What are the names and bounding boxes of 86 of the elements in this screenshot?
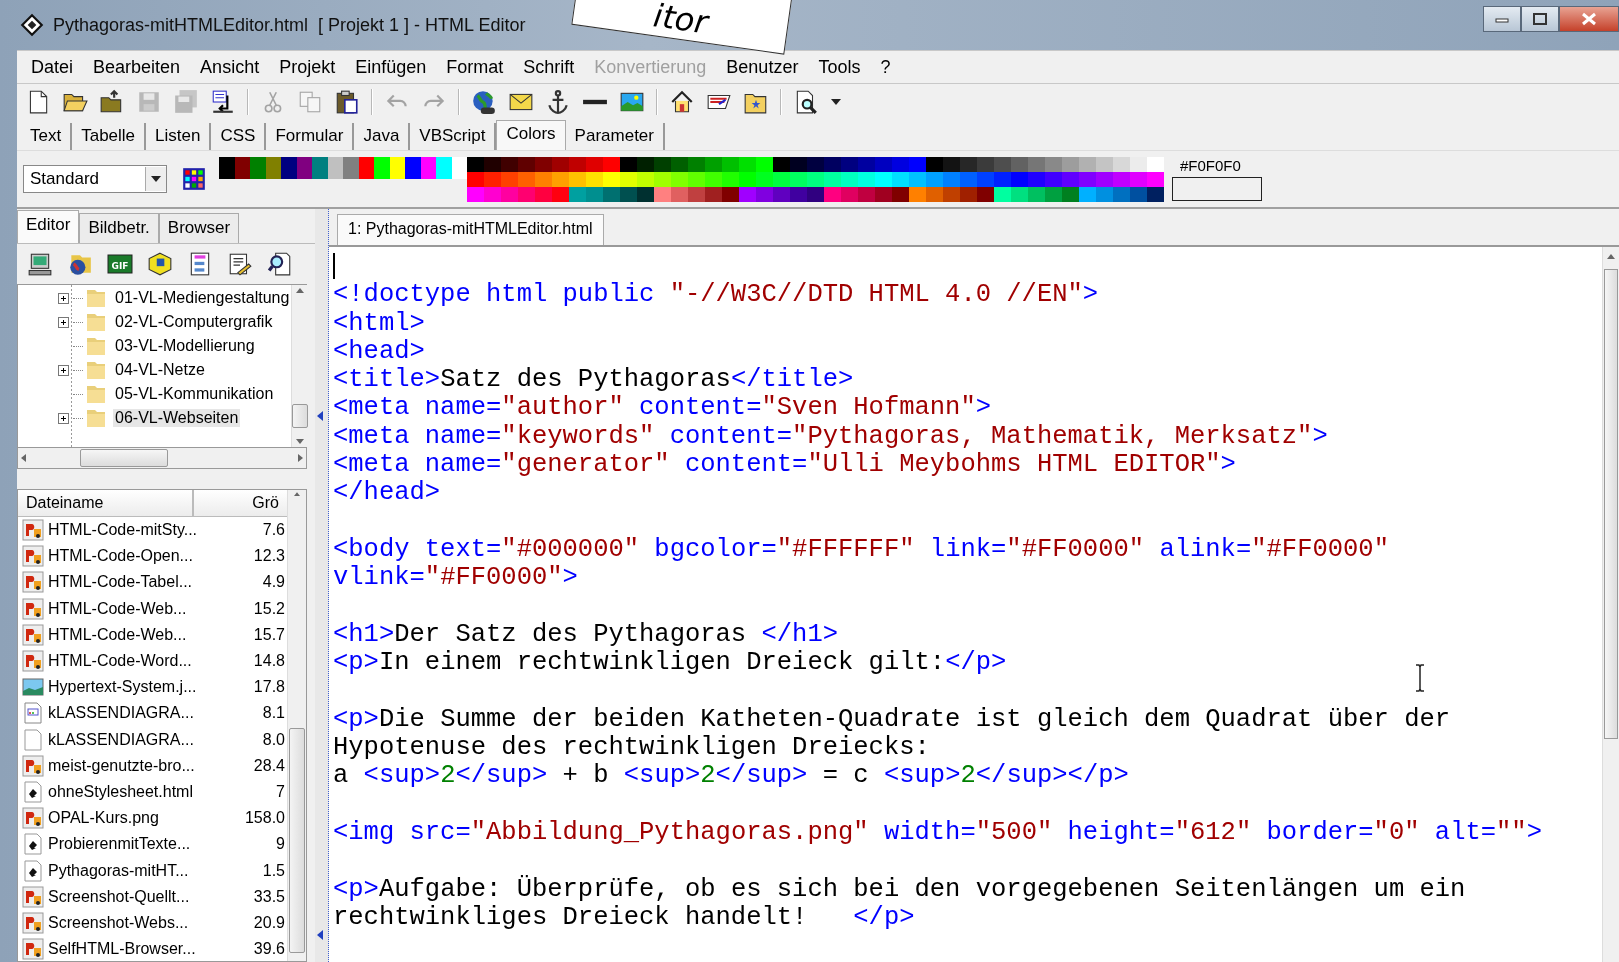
file-name-cell[interactable]: Pythagoras-mitHT... <box>48 861 200 880</box>
file-size-cell-text: 15.2 <box>252 599 286 618</box>
file-name-cell[interactable]: ProbierenmitTexte... <box>48 835 200 854</box>
menu-item[interactable]: Bearbeiten <box>83 56 191 78</box>
file-size-cell-text: 15.7 <box>252 625 286 644</box>
tree-item[interactable]: 05-VL-Kommunikation <box>113 385 276 403</box>
file-size-cell-text: 20.9 <box>252 913 286 932</box>
tree-item[interactable]: 06-VL-Webseiten <box>113 409 241 427</box>
tab[interactable]: Colors <box>496 120 566 150</box>
file-size-cell-text: 1.5 <box>261 861 286 880</box>
tab[interactable]: Browser <box>158 213 240 243</box>
menu-item[interactable]: Ansicht <box>190 56 270 78</box>
file-size-cell-text: 39.6 <box>252 940 286 959</box>
file-name-cell[interactable]: meist-genutzte-bro... <box>48 756 200 775</box>
tab[interactable]: Bildbetr. <box>79 213 159 243</box>
file-tab[interactable]: 1: Pythagoras-mitHTMLEditor.html <box>337 214 604 245</box>
tree-item[interactable]: 01-VL-Mediengestaltung <box>113 289 292 307</box>
file-name-cell[interactable]: kLASSENDIAGRA... <box>48 730 200 749</box>
file-size-cell-text: 4.9 <box>261 573 286 592</box>
file-name-cell[interactable]: HTML-Code-Word... <box>48 652 200 671</box>
tab[interactable]: Formular <box>266 123 355 150</box>
code-line: a <sup>2</sup> + b <sup>2</sup> = c <sup>2</sup></p> <box>333 762 1130 791</box>
code-line: <img src="Abbildung_Pythagoras.png" width="500" height="612" border="0" alt=""> <box>333 818 1543 848</box>
file-name-cell[interactable]: Screenshot-Webs... <box>48 913 200 932</box>
code-line: <!doctype html public "-//W3C//DTD HTML 4.0 //EN"> <box>333 281 1100 310</box>
tab[interactable]: Text <box>21 123 73 150</box>
code-line: <h1>Der Satz des Pythagoras </h1> <box>333 620 839 650</box>
file-size-cell-text: 12.3 <box>252 547 286 566</box>
tab[interactable]: Editor <box>17 210 80 243</box>
menu-item[interactable]: Benutzer <box>716 56 809 78</box>
tree-item[interactable]: 02-VL-Computergrafik <box>113 313 275 331</box>
code-line: <head> <box>333 337 426 367</box>
file-size-cell-text: 7 <box>275 782 286 801</box>
column-header[interactable]: Grö <box>194 490 287 516</box>
code-line: </head> <box>333 479 442 508</box>
menu-item[interactable]: Datei <box>21 56 84 78</box>
file-name-cell[interactable]: HTML-Code-Tabel... <box>48 573 200 592</box>
tree-item[interactable]: 03-VL-Modellierung <box>113 337 257 355</box>
file-size-cell-text: 17.8 <box>252 678 286 697</box>
code-line: rechtwinkliges Dreieck handelt! </p> <box>333 903 916 933</box>
menu-item[interactable]: ? <box>870 56 901 78</box>
file-name-cell[interactable]: SelfHTML-Browser... <box>48 940 200 959</box>
code-line: <p>Die Summe der beiden Katheten-Quadrate ist gleich dem Quadrat über der <box>333 705 1452 735</box>
file-name-cell[interactable]: Screenshot-Quellt... <box>48 887 200 906</box>
menu-item[interactable]: Einfügen <box>345 56 437 78</box>
file-name-cell[interactable]: ohneStylesheet.html <box>48 782 200 801</box>
tab[interactable]: Java <box>354 123 411 150</box>
file-size-cell-text: 33.5 <box>252 887 286 906</box>
code-line: <p>In einem rechtwinkligen Dreieck gilt:</p> <box>333 649 1008 678</box>
file-size-cell-text: 14.8 <box>252 652 286 671</box>
file-name-cell[interactable]: HTML-Code-Web... <box>48 599 200 618</box>
file-name-cell[interactable]: HTML-Code-mitSty... <box>48 521 200 540</box>
file-size-cell-text: 9 <box>275 835 286 854</box>
code-line: vlink="#FF0000"> <box>333 564 579 593</box>
file-name-cell[interactable]: HTML-Code-Web... <box>48 625 200 644</box>
column-header[interactable]: Dateiname <box>18 490 194 516</box>
gif-icon[interactable]: GIF <box>107 251 133 277</box>
code-line: <meta name="author" content="Sven Hofmann"> <box>333 394 993 423</box>
code-line: <body text="#000000" bgcolor="#FFFFFF" link="#FF0000" alink="#FF0000" <box>333 535 1390 565</box>
code-line: Hypotenuse des rechtwinkligen Dreiecks: <box>333 734 931 763</box>
file-name-cell[interactable]: HTML-Code-Open... <box>48 547 200 566</box>
menu-item[interactable]: Tools <box>808 56 871 78</box>
tab[interactable]: Tabelle <box>72 123 147 150</box>
menu-item[interactable]: Projekt <box>269 56 346 78</box>
tree-item[interactable]: 04-VL-Netze <box>113 361 207 379</box>
file-size-cell-text: 8.1 <box>261 704 286 723</box>
code-line: <meta name="keywords" content="Pythagoras, Mathematik, Merksatz"> <box>333 422 1329 452</box>
file-name-cell[interactable]: Hypertext-System.j... <box>48 678 200 697</box>
file-size-cell-text: 7.6 <box>261 521 286 540</box>
file-name-cell[interactable]: OPAL-Kurs.png <box>48 809 200 828</box>
window-title: Pythagoras-mitHTMLEditor.html [ Projekt 1 ] - HTML Editor <box>53 14 526 36</box>
file-size-cell-text: 8.0 <box>261 730 286 749</box>
tab[interactable]: Parameter <box>565 123 665 150</box>
code-line: <html> <box>333 309 426 338</box>
code-line: <meta name="generator" content="Ulli Meybohms HTML EDITOR"> <box>333 451 1237 480</box>
menu-item[interactable]: Schrift <box>513 56 585 78</box>
color-value: #F0F0F0 <box>1179 157 1242 174</box>
code-line: <title>Satz des Pythagoras</title> <box>333 366 855 395</box>
tab[interactable]: CSS <box>211 123 267 150</box>
file-name-cell[interactable]: kLASSENDIAGRA... <box>48 704 200 723</box>
code-line: <p>Aufgabe: Überprüfe, ob es sich bei den vorgegebenen Seitenlängen um ein <box>333 875 1467 904</box>
file-size-cell-text: 28.4 <box>252 756 286 775</box>
style-dropdown[interactable]: Standard <box>23 165 167 193</box>
menu-item[interactable]: Format <box>436 56 514 78</box>
tab[interactable]: Listen <box>146 123 212 150</box>
file-size-cell-text: 158.0 <box>243 809 286 828</box>
